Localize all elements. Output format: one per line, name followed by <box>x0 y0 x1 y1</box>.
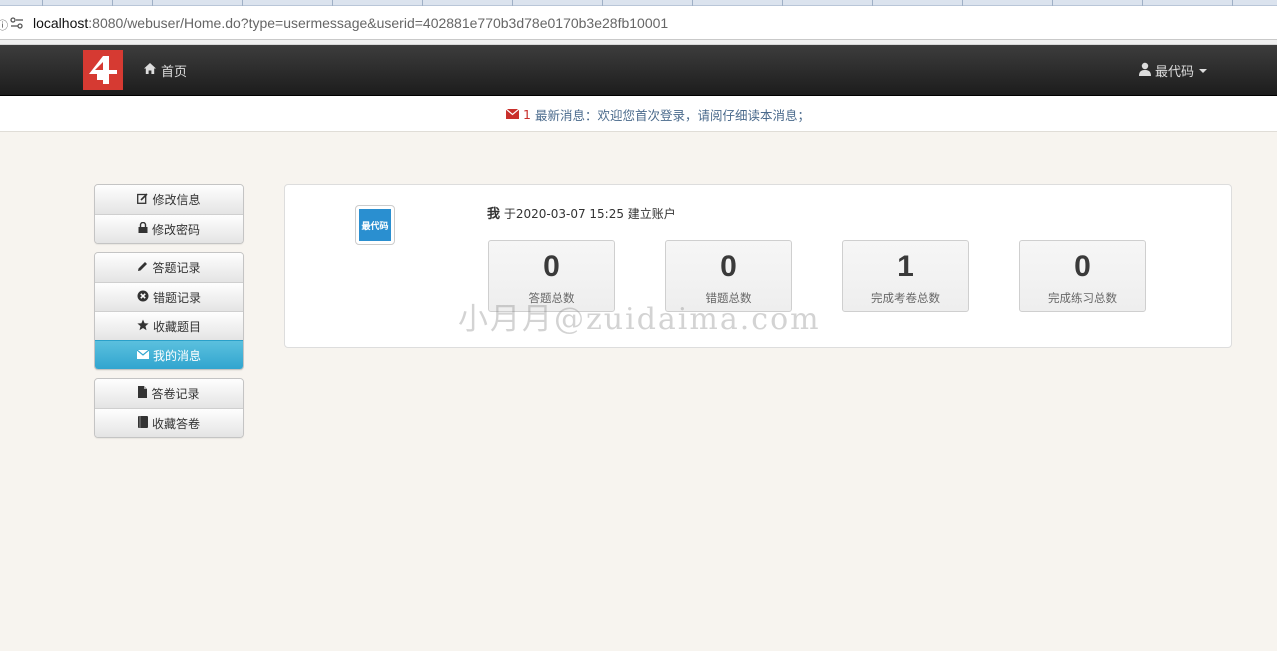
sidebar-group-papers: 答卷记录 收藏答卷 <box>94 378 244 438</box>
avatar[interactable]: 最代码 <box>355 205 395 245</box>
nav-home-link[interactable]: 首页 <box>143 61 187 80</box>
stat-label: 完成练习总数 <box>1048 291 1117 305</box>
account-owner: 我 <box>487 207 501 222</box>
sidebar-item-my-messages[interactable]: 我的消息 <box>95 340 243 369</box>
message-text[interactable]: 最新消息：欢迎您首次登录，请阅仔细读本消息； <box>535 105 810 124</box>
error-circle-icon <box>137 290 149 305</box>
site-logo-icon[interactable] <box>83 50 123 90</box>
url-text[interactable]: localhost:8080/webuser/Home.do?type=user… <box>33 15 668 31</box>
sidebar-item-paper-records[interactable]: 答卷记录 <box>95 379 243 408</box>
edit-icon <box>137 192 149 207</box>
nav-home-label: 首页 <box>161 65 188 80</box>
user-name: 最代码 <box>1155 65 1195 80</box>
book-icon <box>137 415 148 431</box>
sidebar-group-account: 修改信息 修改密码 <box>94 184 244 244</box>
stat-value: 0 <box>1074 250 1091 283</box>
pencil-icon <box>137 261 148 275</box>
sidebar-item-answer-records[interactable]: 答题记录 <box>95 253 243 282</box>
user-menu-dropdown[interactable]: 最代码 <box>1138 61 1208 80</box>
site-settings-icon[interactable] <box>10 17 24 32</box>
stat-label: 答题总数 <box>528 291 575 305</box>
lock-icon <box>138 221 148 236</box>
top-navbar: 首页 最代码 <box>0 45 1277 96</box>
stat-total-wrong[interactable]: 0 错题总数 <box>665 240 792 312</box>
account-created-info: 我 于2020-03-07 15:25 建立账户 <box>487 203 676 222</box>
stat-total-exams[interactable]: 1 完成考卷总数 <box>842 240 969 312</box>
stat-label: 完成考卷总数 <box>871 291 940 305</box>
info-icon[interactable]: ⓘ <box>0 17 8 33</box>
sidebar-item-change-password[interactable]: 修改密码 <box>95 214 243 243</box>
sidebar-item-favorite-questions[interactable]: 收藏题目 <box>95 311 243 340</box>
sidebar-item-wrong-questions[interactable]: 错题记录 <box>95 282 243 311</box>
user-icon <box>1138 62 1152 80</box>
profile-panel: 最代码 我 于2020-03-07 15:25 建立账户 0 答题总数 0 错题… <box>284 184 1232 348</box>
stat-value: 0 <box>720 250 737 283</box>
stat-total-practice[interactable]: 0 完成练习总数 <box>1019 240 1146 312</box>
sidebar-menu: 修改信息 修改密码 答题记录 错题记录 收藏题目 我的消息 答卷记录 收藏答卷 <box>94 184 244 446</box>
sidebar-item-edit-info[interactable]: 修改信息 <box>95 185 243 214</box>
star-icon <box>137 319 149 334</box>
file-icon <box>138 386 148 401</box>
chevron-down-icon <box>1199 68 1208 73</box>
stat-total-answers[interactable]: 0 答题总数 <box>488 240 615 312</box>
stat-label: 错题总数 <box>705 291 752 305</box>
home-icon <box>143 62 157 79</box>
envelope-icon <box>505 107 520 122</box>
latest-message[interactable]: 1 最新消息：欢迎您首次登录，请阅仔细读本消息； <box>505 105 810 124</box>
address-bar[interactable]: ⓘ localhost:8080/webuser/Home.do?type=us… <box>0 6 1277 40</box>
account-created-text: 于2020-03-07 15:25 建立账户 <box>503 207 676 221</box>
sidebar-group-questions: 答题记录 错题记录 收藏题目 我的消息 <box>94 252 244 370</box>
sidebar-item-favorite-papers[interactable]: 收藏答卷 <box>95 408 243 437</box>
notification-bar: 1 最新消息：欢迎您首次登录，请阅仔细读本消息； <box>0 96 1277 132</box>
avatar-image: 最代码 <box>359 209 391 241</box>
stat-value: 1 <box>897 250 914 283</box>
message-count: 1 <box>523 107 531 122</box>
envelope-icon <box>136 348 150 362</box>
stat-value: 0 <box>543 250 560 283</box>
